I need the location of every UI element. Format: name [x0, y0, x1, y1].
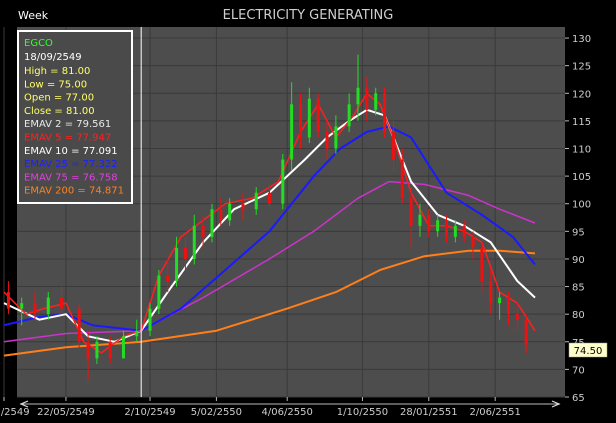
candle-body [356, 87, 360, 105]
info-panel: EGCO 18/09/2549 High = 81.00 Low = 75.00 O… [17, 30, 133, 204]
info-value-line: Close = 81.00 [24, 106, 95, 117]
candle-body [6, 292, 10, 309]
last-price-tag: 74.50 [568, 342, 608, 358]
candle-body [347, 104, 351, 127]
y-tick-label: 85 [572, 283, 585, 294]
candle-body [175, 247, 179, 282]
candle-body [445, 220, 448, 237]
y-tick-label: 100 [572, 200, 591, 211]
candle-body [60, 297, 64, 309]
info-value-line: Open = 77.00 [24, 93, 94, 104]
candle [383, 87, 387, 138]
y-tick-label: 65 [572, 393, 585, 404]
chart-canvas: 65707580859095100105110115120125130 2/01… [0, 0, 616, 423]
candle-body [506, 297, 510, 315]
candle-body [95, 341, 99, 359]
candle-body [77, 308, 81, 342]
candle-body [86, 341, 90, 359]
candle-body [383, 93, 387, 132]
candle [77, 303, 81, 348]
y-tick-label: 120 [572, 89, 591, 100]
candle-body [374, 93, 378, 110]
candle-body [121, 336, 125, 359]
candle-body [219, 209, 223, 221]
x-tick-label: 2/01/2549 [0, 407, 30, 418]
chart-title: ELECTRICITY GENERATING [223, 8, 394, 23]
candle-body [210, 209, 214, 237]
candle-body [183, 247, 187, 259]
candle [157, 269, 161, 315]
candle-body [157, 275, 161, 309]
candle-body [307, 98, 311, 138]
candle-body [480, 247, 484, 282]
info-date: 18/09/2549 [24, 52, 82, 63]
y-tick-label: 125 [572, 62, 591, 73]
candle-body [391, 131, 395, 160]
candle-body [254, 192, 258, 210]
info-value-line: EMAV 75 = 76.758 [24, 172, 118, 183]
candle [210, 203, 214, 243]
candle-body [298, 104, 302, 138]
y-tick-label: 115 [572, 117, 591, 128]
candle-body [471, 236, 475, 248]
y-tick-label: 80 [572, 310, 585, 321]
candle-body [515, 314, 519, 320]
candle-body [192, 225, 196, 259]
candle-body [418, 214, 422, 226]
candle-body [524, 319, 528, 345]
candle-body [20, 303, 24, 309]
y-tick-label: 90 [572, 255, 585, 266]
x-tick-label: 5/02/2550 [191, 407, 242, 418]
candle-body [334, 126, 338, 149]
candle-body [462, 225, 466, 237]
info-value-line: EMAV 5 = 77.947 [24, 133, 111, 144]
candle-body [166, 275, 170, 282]
candle-body [400, 159, 404, 199]
candle-body [33, 303, 37, 315]
candle-body [268, 192, 271, 204]
info-value-line: High = 81.00 [24, 66, 90, 77]
candle-body [290, 104, 294, 160]
candle-body [148, 308, 152, 331]
candle-body [241, 203, 245, 210]
stock-chart: 65707580859095100105110115120125130 2/01… [0, 0, 616, 423]
candle-body [365, 87, 369, 110]
y-tick-label: 130 [572, 34, 591, 45]
candle-body [135, 330, 139, 337]
candle-body [316, 98, 320, 132]
x-tick-label: 1/10/2550 [337, 407, 388, 418]
info-value-line: EMAV 2 = 79.561 [24, 119, 111, 130]
x-tick-label: 4/06/2550 [262, 407, 313, 418]
candle-body [108, 341, 112, 359]
info-value-line: EMAV 25 = 77.322 [24, 159, 118, 170]
candle [316, 93, 320, 138]
x-tick-label: 2/06/2551 [470, 407, 521, 418]
y-tick-label: 70 [572, 365, 585, 376]
x-tick-label: 22/05/2549 [37, 407, 95, 418]
candle-body [498, 297, 502, 304]
y-tick-label: 110 [572, 144, 591, 155]
candle-body [201, 225, 205, 237]
info-value-line: Low = 75.00 [24, 79, 87, 90]
candle-body [489, 281, 493, 304]
info-value-line: EMAV 10 = 77.091 [24, 146, 118, 157]
period-label[interactable]: Week [18, 9, 49, 22]
info-value-line: EMAV 200 = 74.871 [24, 186, 124, 197]
y-tick-label: 95 [572, 227, 585, 238]
last-price-value: 74.50 [574, 346, 603, 357]
x-tick-label: 28/01/2551 [400, 407, 458, 418]
info-symbol: EGCO [24, 38, 53, 49]
candle-body [409, 198, 413, 226]
candle [281, 154, 285, 210]
candle-body [453, 225, 457, 237]
candle-body [46, 297, 50, 315]
y-tick-label: 105 [572, 172, 591, 183]
candle-body [436, 220, 440, 232]
candle-body [325, 131, 329, 149]
candle-body [281, 159, 285, 204]
candle-body [228, 203, 232, 221]
x-tick-label: 2/10/2549 [124, 407, 175, 418]
candle-body [427, 214, 431, 232]
